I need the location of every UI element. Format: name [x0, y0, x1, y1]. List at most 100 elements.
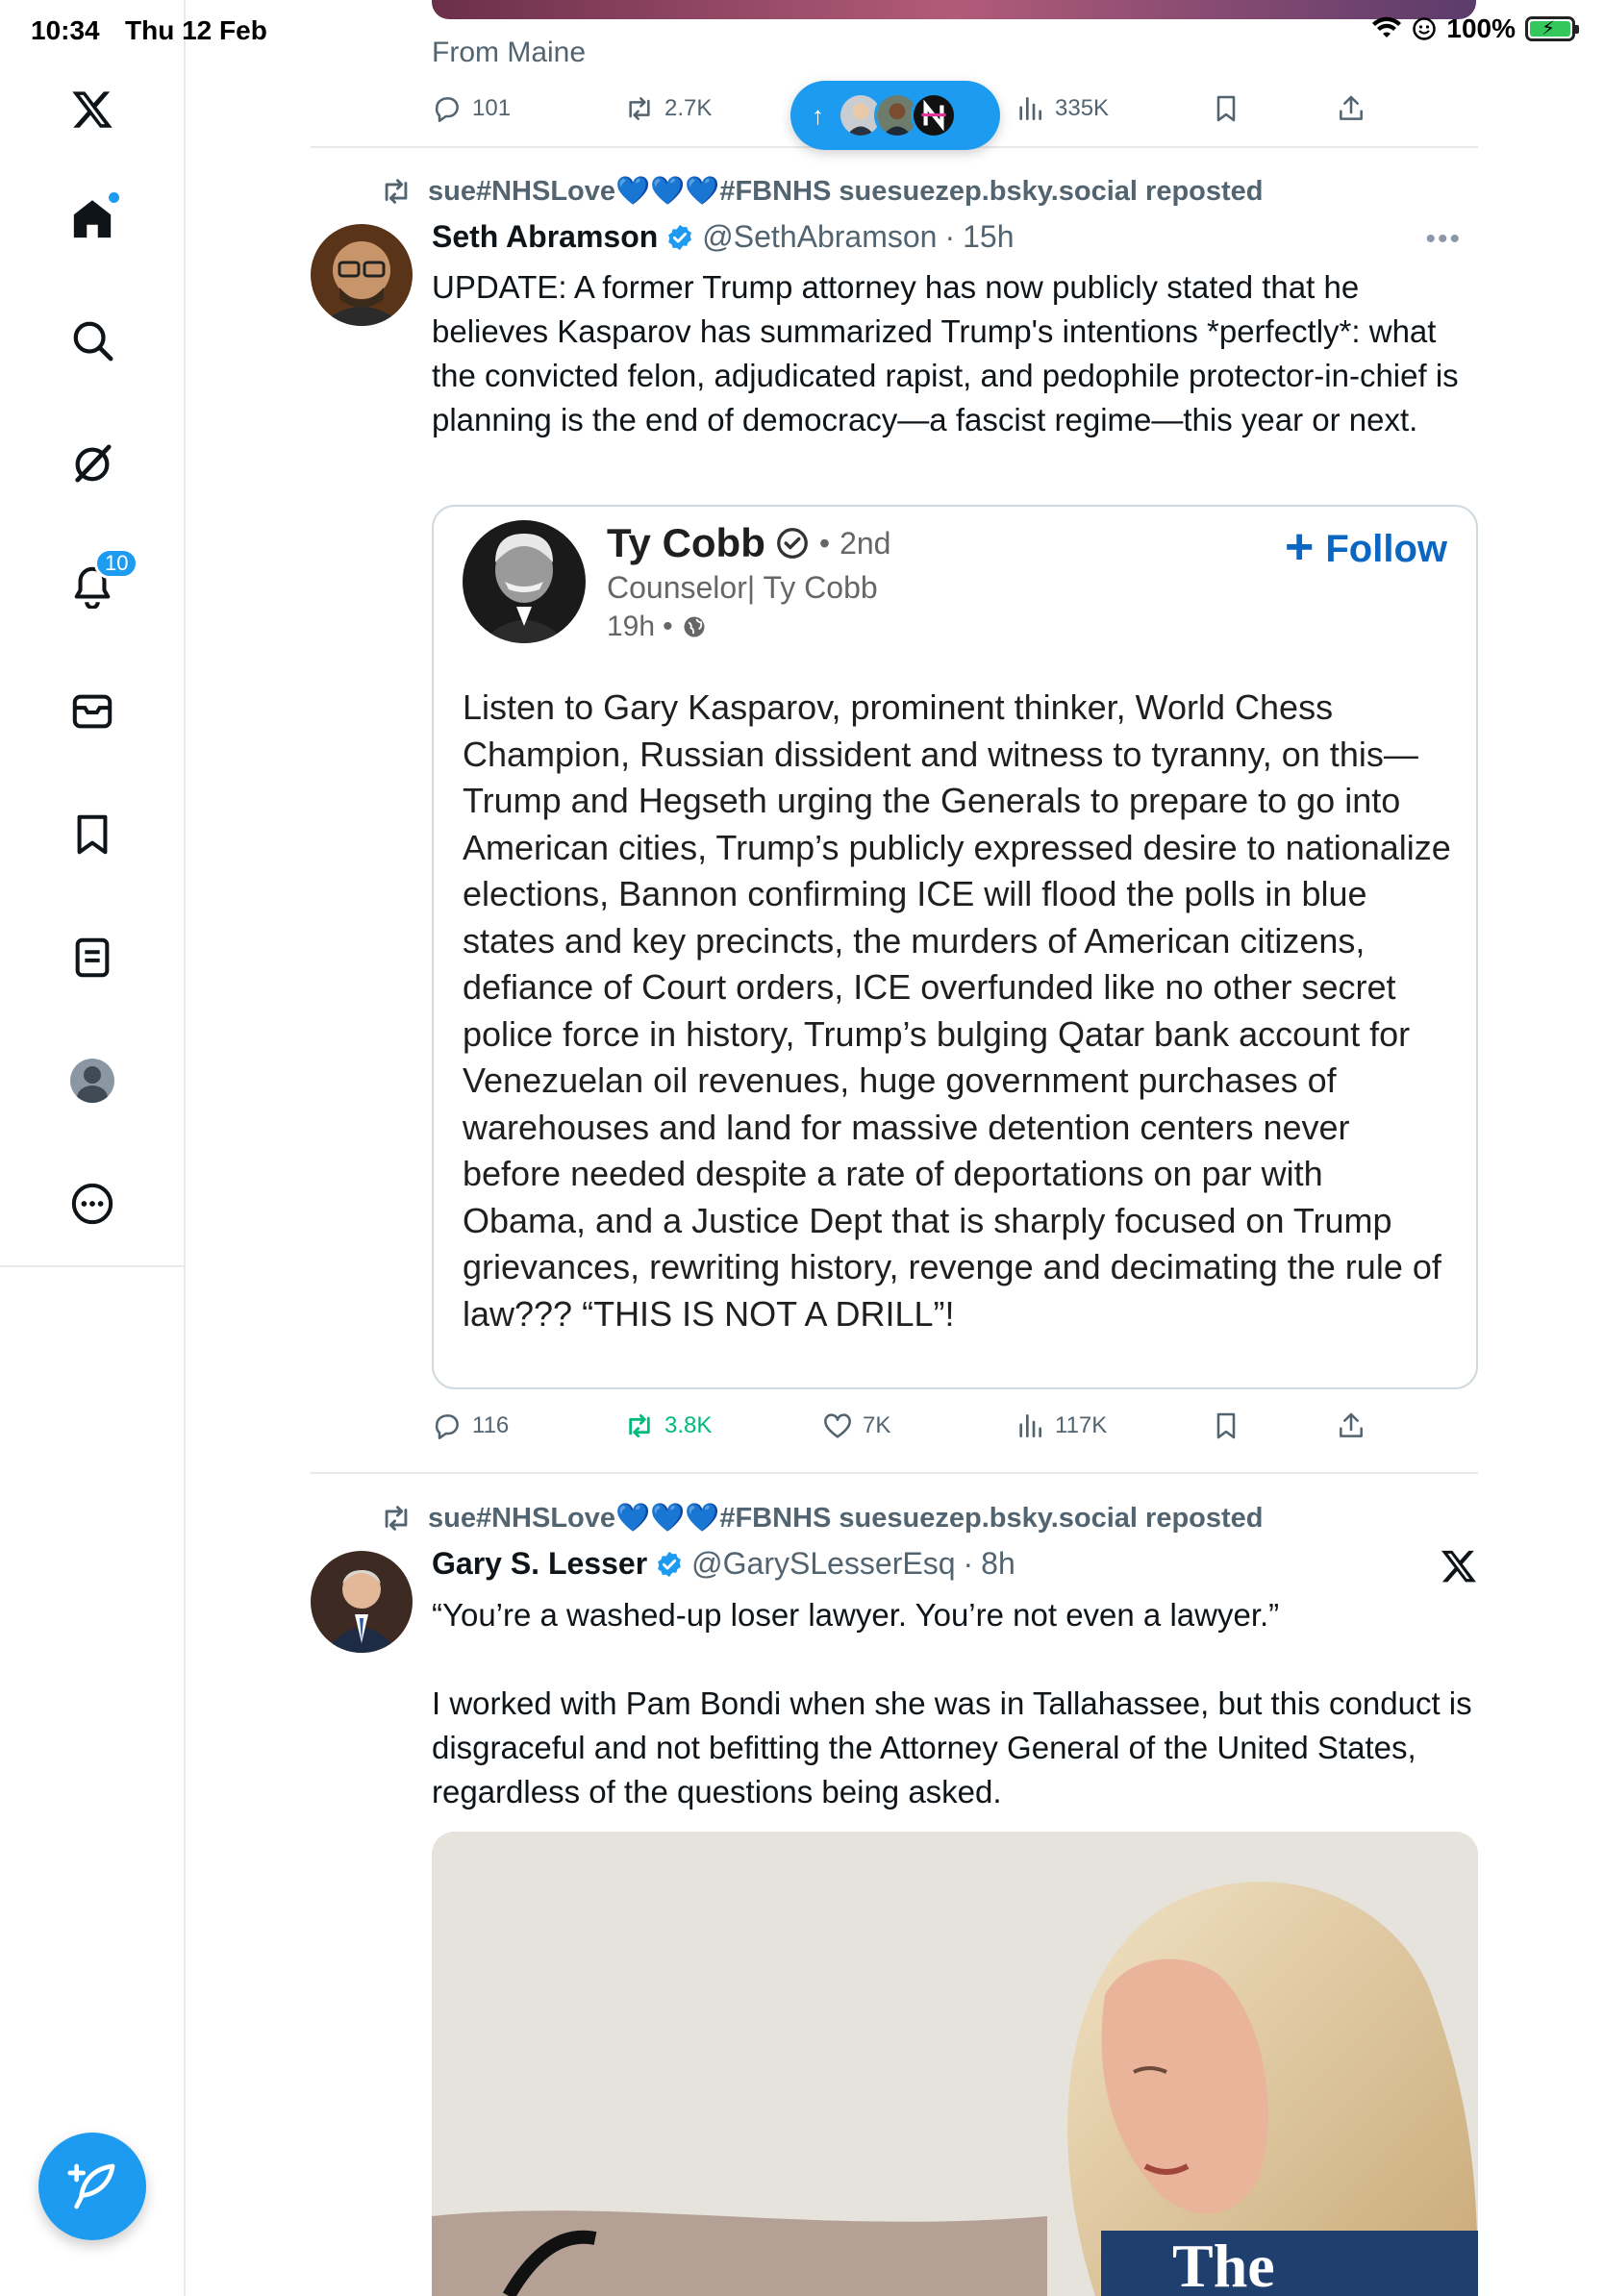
repost-context: sue#NHSLove💙💙💙#FBNHS suesuezep.bsky.soci…: [380, 1502, 1264, 1535]
bookmark-button[interactable]: [1211, 1410, 1241, 1441]
plus-icon: +: [1284, 519, 1315, 575]
ty-cobb-avatar-image: [463, 520, 586, 643]
views-icon: [1019, 1414, 1041, 1437]
bookmark-icon: [1216, 95, 1236, 122]
reply-button[interactable]: 116: [432, 1410, 509, 1441]
quoted-body: Listen to Gary Kasparov, prominent think…: [463, 687, 1451, 1334]
post-text-line-2: I worked with Pam Bondi when she was in …: [432, 1685, 1472, 1809]
sidebar-item-bookmarks[interactable]: [58, 800, 127, 869]
new-posts-pill[interactable]: ↑: [790, 81, 1000, 150]
sidebar-divider: [0, 1265, 186, 1267]
avatar[interactable]: [311, 224, 413, 326]
author-name[interactable]: Seth Abramson: [432, 219, 658, 255]
quoted-author-name[interactable]: Ty Cobb: [607, 520, 765, 566]
media-photo: [432, 1832, 1478, 2296]
sidebar-item-messages[interactable]: [58, 677, 127, 746]
post-header: Gary S. Lesser @GarySLesserEsq · 8h: [432, 1546, 1015, 1582]
post-media-image[interactable]: The: [432, 1832, 1478, 2296]
share-button[interactable]: [1336, 93, 1366, 124]
new-post-avatar-3: [911, 92, 957, 138]
verified-badge-icon: [658, 1551, 682, 1577]
compose-feather-icon: [67, 2163, 115, 2209]
post-actions: 116 3.8K 7K 117K: [432, 1402, 1363, 1450]
wifi-icon: [1372, 16, 1402, 37]
repost-context-text: sue#NHSLove💙💙💙#FBNHS suesuezep.bsky.soci…: [428, 1503, 1264, 1534]
bookmark-icon: [77, 814, 108, 855]
reply-count: 116: [472, 1412, 510, 1438]
repost-context-text: sue#NHSLove💙💙💙#FBNHS suesuezep.bsky.soci…: [428, 176, 1264, 207]
seth-avatar-image: [311, 224, 413, 326]
quoted-card[interactable]: Ty Cobb • 2nd Counselor| Ty Cobb 19h • +…: [432, 505, 1478, 1389]
quoted-time: 19h: [607, 611, 656, 642]
post-divider: [311, 1472, 1478, 1474]
heart-icon: [824, 1413, 851, 1438]
battery-icon: ⚡: [1525, 16, 1579, 41]
sidebar-item-notifications[interactable]: 10: [58, 548, 139, 621]
compose-button[interactable]: [38, 2133, 146, 2240]
repost-icon: [385, 1506, 408, 1531]
list-icon: [75, 937, 110, 978]
x-logo-icon[interactable]: [1440, 1544, 1478, 1596]
reply-icon: [435, 1414, 459, 1439]
like-button[interactable]: 7K: [822, 1410, 890, 1441]
arrow-up-icon: ↑: [812, 100, 824, 130]
verified-badge-icon: [668, 224, 692, 250]
reply-icon: [435, 97, 459, 122]
status-right: 100% ⚡: [1371, 13, 1579, 44]
sidebar-item-grok[interactable]: [58, 429, 127, 498]
repost-button[interactable]: 3.8K: [624, 1410, 712, 1441]
x-logo[interactable]: [58, 75, 127, 144]
sidebar-item-profile[interactable]: [58, 1046, 127, 1115]
smiley-icon: [1413, 17, 1437, 40]
shield-check-icon: [776, 528, 808, 559]
sidebar-item-lists[interactable]: [58, 923, 127, 992]
views-button[interactable]: 117K: [1015, 1410, 1107, 1441]
repost-button[interactable]: 2.7K: [624, 93, 712, 124]
gary-avatar-image: [311, 1551, 413, 1653]
post-time[interactable]: 15h: [963, 219, 1014, 255]
views-button[interactable]: 335K: [1015, 93, 1109, 124]
follow-label: Follow: [1325, 527, 1447, 570]
sidebar-item-search[interactable]: [58, 306, 127, 375]
author-handle[interactable]: @SethAbramson: [702, 219, 937, 255]
search-icon: [73, 321, 113, 362]
repost-icon: [629, 97, 650, 120]
mail-icon: [72, 694, 113, 729]
repost-count: 2.7K: [664, 95, 713, 121]
battery-percent: 100%: [1446, 13, 1516, 43]
home-unread-dot: [109, 192, 119, 203]
sidebar-item-more[interactable]: [58, 1169, 127, 1238]
views-count: 117K: [1055, 1412, 1108, 1438]
follow-button[interactable]: + Follow: [1285, 522, 1447, 572]
repost-icon: [385, 179, 408, 204]
home-icon: [73, 200, 112, 238]
share-button[interactable]: [1336, 1410, 1366, 1441]
connection-degree-sep: •: [818, 525, 831, 561]
post-text-line-1: “You’re a washed-up loser lawyer. You’re…: [432, 1597, 1280, 1633]
reply-button[interactable]: 101: [432, 93, 511, 124]
media-caption-fragment: The: [1172, 2232, 1275, 2296]
post-time[interactable]: 8h: [981, 1546, 1015, 1582]
post-header: Seth Abramson @SethAbramson · 15h: [432, 219, 1015, 255]
bookmark-button[interactable]: [1211, 93, 1241, 124]
repost-icon: [629, 1413, 650, 1438]
bookmark-icon: [1216, 1412, 1236, 1439]
connection-degree: 2nd: [840, 525, 891, 561]
x-logo-icon: [72, 91, 113, 128]
quoted-time-row: 19h •: [607, 611, 708, 643]
time-sep: •: [663, 611, 673, 642]
more-options-icon[interactable]: •••: [1425, 223, 1462, 256]
author-handle[interactable]: @GarySLesserEsq: [691, 1546, 955, 1582]
views-icon: [1019, 97, 1041, 120]
repost-context: sue#NHSLove💙💙💙#FBNHS suesuezep.bsky.soci…: [380, 175, 1264, 208]
globe-icon: [684, 616, 705, 637]
quoted-headline: Counselor| Ty Cobb: [607, 570, 878, 605]
share-icon: [1340, 1412, 1363, 1437]
avatar[interactable]: [311, 1551, 413, 1653]
separator-dot: ·: [963, 1546, 974, 1581]
status-time: 10:34: [31, 15, 100, 45]
author-name[interactable]: Gary S. Lesser: [432, 1546, 647, 1582]
like-count: 7K: [863, 1412, 891, 1438]
sidebar-item-home[interactable]: [58, 185, 127, 254]
quoted-author: Ty Cobb • 2nd: [607, 520, 890, 566]
